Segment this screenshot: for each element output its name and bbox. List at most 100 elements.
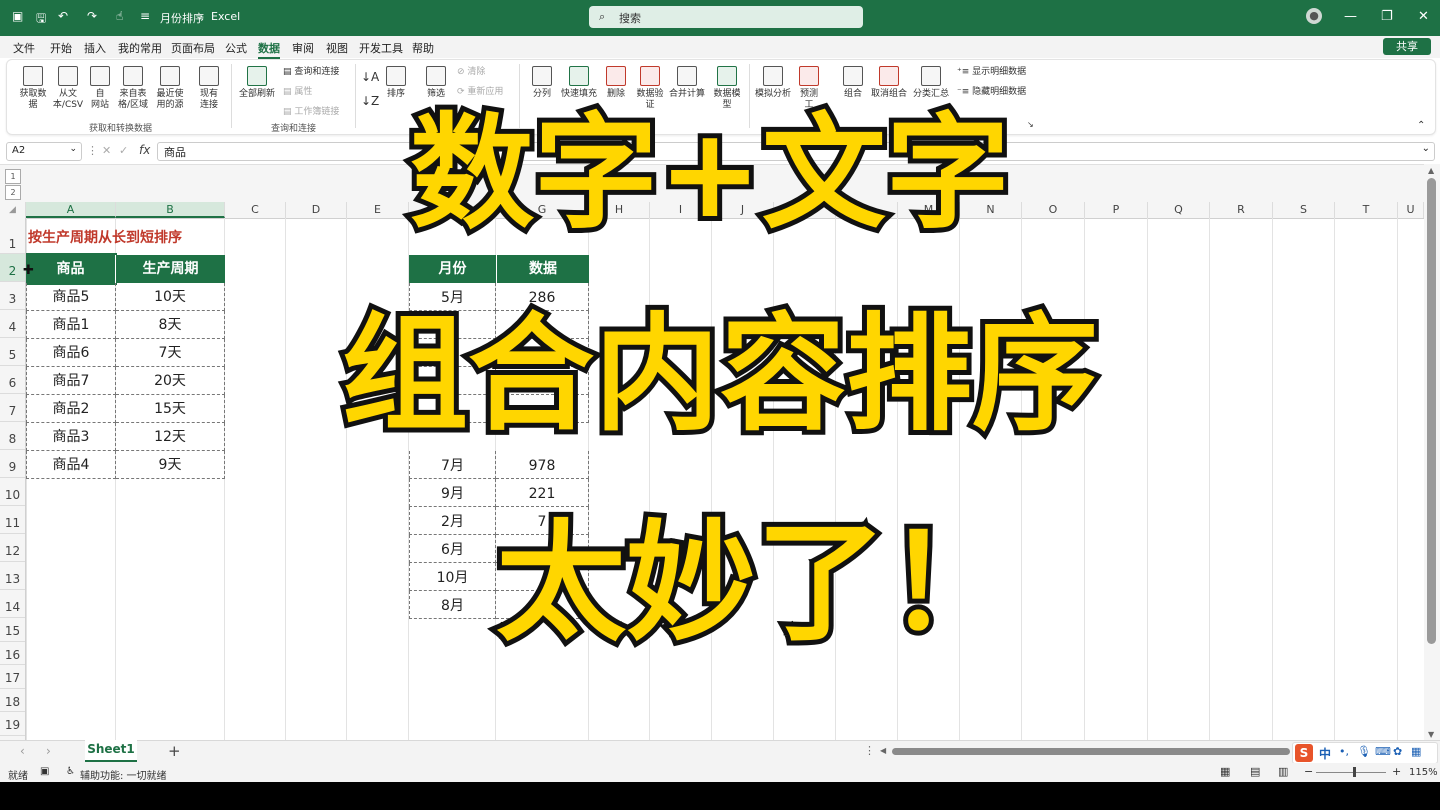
show-detail-button[interactable]: ⁺≡ 显示明细数据 bbox=[957, 64, 1026, 77]
menu-page-layout[interactable]: 页面布局 bbox=[171, 40, 215, 56]
customize-qat-icon[interactable]: ≡ bbox=[140, 9, 150, 23]
table-cell[interactable]: 10天 bbox=[116, 283, 225, 311]
row-header[interactable]: 8 bbox=[0, 422, 25, 450]
table-cell[interactable]: 9天 bbox=[116, 451, 225, 479]
ime-toolbar[interactable]: S 中 •, 🎙 ⌨ ✿ ▦ bbox=[1292, 742, 1438, 764]
from-table-button[interactable]: 来自表 格/区域 bbox=[115, 66, 151, 111]
page-layout-view-icon[interactable]: ▤ bbox=[1250, 765, 1260, 778]
table-cell[interactable]: 978 bbox=[496, 451, 589, 479]
vertical-scroll-thumb[interactable] bbox=[1427, 178, 1436, 644]
table-header-cell[interactable]: 数据 bbox=[496, 255, 589, 283]
select-all-icon[interactable]: ◢ bbox=[0, 202, 26, 218]
existing-connections-button[interactable]: 现有 连接 bbox=[195, 66, 223, 111]
row-header[interactable]: 2 bbox=[0, 254, 25, 282]
table-cell[interactable]: 商品4 bbox=[26, 451, 116, 479]
sort-az-icon[interactable]: ↓A bbox=[361, 70, 379, 84]
row-header[interactable]: 6 bbox=[0, 366, 25, 394]
toolbox-icon[interactable]: ▦ bbox=[1411, 745, 1421, 758]
column-header[interactable]: P bbox=[1085, 202, 1148, 218]
skin-icon[interactable]: ✿ bbox=[1393, 745, 1402, 758]
column-header[interactable]: A bbox=[26, 202, 116, 218]
cell-grid[interactable]: 商品 生产周期 商品5 10天 商品1 8天 商品6 7天 商品7 20天 商品… bbox=[26, 218, 1424, 740]
undo-icon[interactable]: ↶ bbox=[58, 9, 68, 23]
menu-formulas[interactable]: 公式 bbox=[225, 40, 247, 56]
microphone-icon[interactable]: 🎙 bbox=[1357, 745, 1371, 758]
name-box[interactable]: A2 ⌄ bbox=[6, 142, 82, 161]
table-cell[interactable]: 商品2 bbox=[26, 395, 116, 423]
zoom-in-icon[interactable]: + bbox=[1392, 765, 1401, 778]
table-cell[interactable]: 7月 bbox=[409, 451, 496, 479]
table-cell[interactable]: 8天 bbox=[116, 311, 225, 339]
sheet-title-cell[interactable]: 按生产周期从长到短排序 bbox=[28, 227, 182, 247]
row-header[interactable]: 15 bbox=[0, 618, 25, 642]
table-cell[interactable]: 10月 bbox=[409, 563, 496, 591]
normal-view-icon[interactable]: ▦ bbox=[1220, 765, 1230, 778]
table-cell[interactable]: 商品6 bbox=[26, 339, 116, 367]
row-header[interactable]: 19 bbox=[0, 712, 25, 736]
queries-connections-button[interactable]: ▤ 查询和连接 bbox=[283, 64, 339, 77]
close-icon[interactable]: ✕ bbox=[1418, 9, 1429, 24]
table-cell[interactable]: 20天 bbox=[116, 367, 225, 395]
scroll-down-icon[interactable]: ▼ bbox=[1428, 730, 1434, 739]
status-accessibility[interactable]: 辅助功能: 一切就绪 bbox=[80, 767, 167, 782]
sort-button[interactable]: 排序 bbox=[383, 66, 409, 100]
reapply-button[interactable]: ⟳ 重新应用 bbox=[457, 84, 503, 97]
menu-insert[interactable]: 插入 bbox=[84, 40, 106, 56]
table-cell[interactable]: 15天 bbox=[116, 395, 225, 423]
scroll-left-icon[interactable]: ◀ bbox=[880, 746, 886, 755]
menu-help[interactable]: 帮助 bbox=[412, 40, 434, 56]
table-cell[interactable]: 2月 bbox=[409, 507, 496, 535]
menu-file[interactable]: 文件 bbox=[13, 40, 35, 56]
redo-icon[interactable]: ↷ bbox=[87, 9, 97, 23]
column-header[interactable]: B bbox=[116, 202, 225, 218]
ime-language[interactable]: 中 bbox=[1319, 745, 1331, 762]
scroll-up-icon[interactable]: ▲ bbox=[1428, 166, 1434, 175]
menu-home[interactable]: 开始 bbox=[50, 40, 72, 56]
table-cell[interactable]: 商品7 bbox=[26, 367, 116, 395]
recent-sources-button[interactable]: 最近使 用的源 bbox=[152, 66, 188, 111]
table-header-cell[interactable]: 月份 bbox=[409, 255, 496, 283]
table-cell[interactable]: 商品3 bbox=[26, 423, 116, 451]
row-header[interactable]: 5 bbox=[0, 338, 25, 366]
table-cell[interactable]: 商品5 bbox=[26, 283, 116, 311]
row-header[interactable]: 3 bbox=[0, 282, 25, 310]
table-header-cell-selected[interactable]: 商品 bbox=[26, 253, 117, 285]
avatar[interactable]: ● bbox=[1306, 8, 1322, 24]
row-header[interactable]: 14 bbox=[0, 590, 25, 618]
row-header[interactable]: 12 bbox=[0, 534, 25, 562]
prev-sheet-icon[interactable]: ‹ bbox=[20, 744, 25, 758]
ime-punct-icon[interactable]: •, bbox=[1339, 745, 1349, 758]
table-cell[interactable]: 7天 bbox=[116, 339, 225, 367]
subtotal-button[interactable]: 分类汇总 bbox=[911, 66, 951, 100]
save-icon[interactable]: 🖫 bbox=[36, 9, 46, 30]
consolidate-button[interactable]: 合并计算 bbox=[667, 66, 707, 100]
confirm-icon[interactable]: ✓ bbox=[119, 144, 128, 157]
hide-detail-button[interactable]: ⁻≡ 隐藏明细数据 bbox=[957, 84, 1026, 97]
row-header[interactable]: 18 bbox=[0, 689, 25, 712]
dialog-launcher-icon[interactable]: ↘ bbox=[1027, 120, 1034, 129]
search-box[interactable]: ⌕ 搜索 bbox=[589, 6, 863, 28]
cancel-icon[interactable]: ✕ bbox=[102, 144, 111, 157]
row-header[interactable]: 10 bbox=[0, 478, 25, 506]
outline-level-1[interactable]: 1 bbox=[5, 169, 21, 184]
zoom-out-icon[interactable]: − bbox=[1304, 765, 1313, 778]
menu-favorites[interactable]: 我的常用 bbox=[118, 40, 162, 56]
restore-icon[interactable]: ❐ bbox=[1381, 9, 1393, 24]
row-header[interactable]: 7 bbox=[0, 394, 25, 422]
add-sheet-button[interactable]: + bbox=[168, 742, 181, 760]
column-header[interactable]: U bbox=[1398, 202, 1424, 218]
more-icon[interactable]: ⋮ bbox=[87, 144, 98, 157]
column-header[interactable]: C bbox=[225, 202, 286, 218]
row-header[interactable]: 1 bbox=[0, 218, 25, 254]
row-header[interactable]: 11 bbox=[0, 506, 25, 534]
expand-formula-icon[interactable]: ⌄ bbox=[1422, 143, 1430, 154]
table-header-cell[interactable]: 生产周期 bbox=[115, 255, 225, 283]
tab-sheet1[interactable]: Sheet1 bbox=[85, 740, 137, 762]
chevron-down-icon[interactable]: ⌄ bbox=[69, 144, 77, 154]
sort-za-icon[interactable]: ↓Z bbox=[361, 94, 379, 108]
row-header[interactable]: 13 bbox=[0, 562, 25, 590]
menu-view[interactable]: 视图 bbox=[326, 40, 348, 56]
refresh-all-button[interactable]: 全部刷新 bbox=[237, 66, 277, 100]
column-header[interactable]: Q bbox=[1148, 202, 1210, 218]
from-web-button[interactable]: 自 网站 bbox=[87, 66, 113, 111]
